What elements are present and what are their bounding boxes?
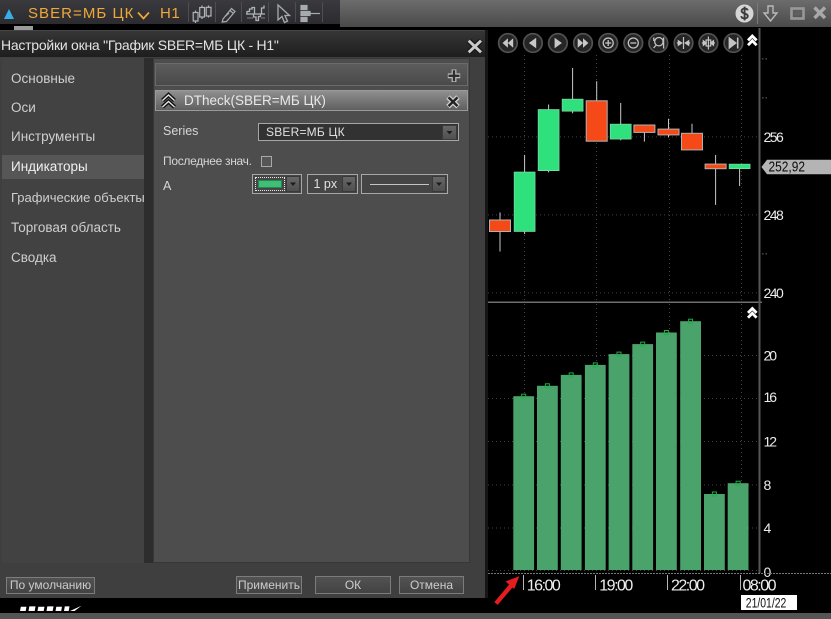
svg-text:19:00: 19:00 xyxy=(599,578,633,595)
svg-text:252,92: 252,92 xyxy=(769,159,806,176)
svg-text:8: 8 xyxy=(764,477,772,493)
svg-text:240: 240 xyxy=(764,285,785,301)
svg-text:08:00: 08:00 xyxy=(743,578,777,595)
svg-text:20: 20 xyxy=(764,348,778,364)
svg-text:12: 12 xyxy=(764,434,778,450)
svg-text:4: 4 xyxy=(764,520,772,536)
svg-text:22:00: 22:00 xyxy=(671,578,705,595)
svg-text:16:00: 16:00 xyxy=(527,578,561,595)
svg-text:256: 256 xyxy=(764,129,785,145)
svg-text:248: 248 xyxy=(764,207,785,223)
svg-text:21/01/22: 21/01/22 xyxy=(746,596,787,611)
svg-text:16: 16 xyxy=(764,389,778,405)
